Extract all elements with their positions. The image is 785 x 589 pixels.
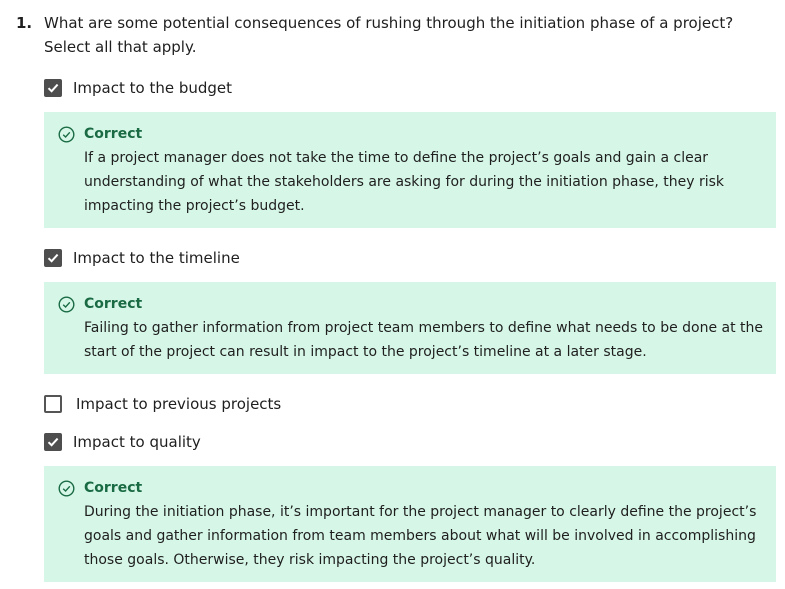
- feedback-text: Failing to gather information from proje…: [84, 320, 764, 360]
- option-impact-previous-projects[interactable]: Impact to previous projects: [44, 394, 281, 414]
- option-label: Impact to previous projects: [76, 395, 282, 413]
- feedback-status: Correct: [84, 480, 143, 496]
- check-icon: [47, 253, 59, 263]
- feedback-header: Correct: [58, 478, 142, 498]
- checkbox-checked[interactable]: [44, 249, 62, 267]
- feedback-text: During the initiation phase, it’s import…: [84, 504, 757, 568]
- feedback-header: Correct: [58, 294, 142, 314]
- checkbox-checked[interactable]: [44, 433, 62, 451]
- checkbox-unchecked[interactable]: [44, 395, 62, 413]
- feedback-status: Correct: [84, 126, 143, 142]
- check-circle-icon: [58, 295, 75, 313]
- feedback-text: If a project manager does not take the t…: [84, 150, 725, 214]
- question-text: What are some potential consequences of …: [44, 14, 734, 56]
- option-impact-timeline[interactable]: Impact to the timeline: [44, 248, 240, 268]
- feedback-status: Correct: [84, 296, 143, 312]
- feedback-header: Correct: [58, 124, 142, 144]
- check-circle-icon: [58, 125, 75, 143]
- check-icon: [47, 437, 59, 447]
- option-label: Impact to quality: [73, 433, 201, 451]
- quiz-question: 1. What are some potential consequences …: [16, 11, 776, 59]
- check-circle-icon: [58, 479, 75, 497]
- feedback-panel: Correct During the initiation phase, it’…: [44, 466, 776, 582]
- question-number: 1.: [16, 14, 33, 32]
- option-label: Impact to the timeline: [73, 249, 240, 267]
- checkbox-checked[interactable]: [44, 79, 62, 97]
- question-header: 1. What are some potential consequences …: [16, 11, 776, 59]
- check-icon: [47, 83, 59, 93]
- feedback-panel: Correct If a project manager does not ta…: [44, 112, 776, 228]
- option-impact-quality[interactable]: Impact to quality: [44, 432, 201, 452]
- option-label: Impact to the budget: [73, 79, 233, 97]
- feedback-panel: Correct Failing to gather information fr…: [44, 282, 776, 374]
- option-impact-budget[interactable]: Impact to the budget: [44, 78, 232, 98]
